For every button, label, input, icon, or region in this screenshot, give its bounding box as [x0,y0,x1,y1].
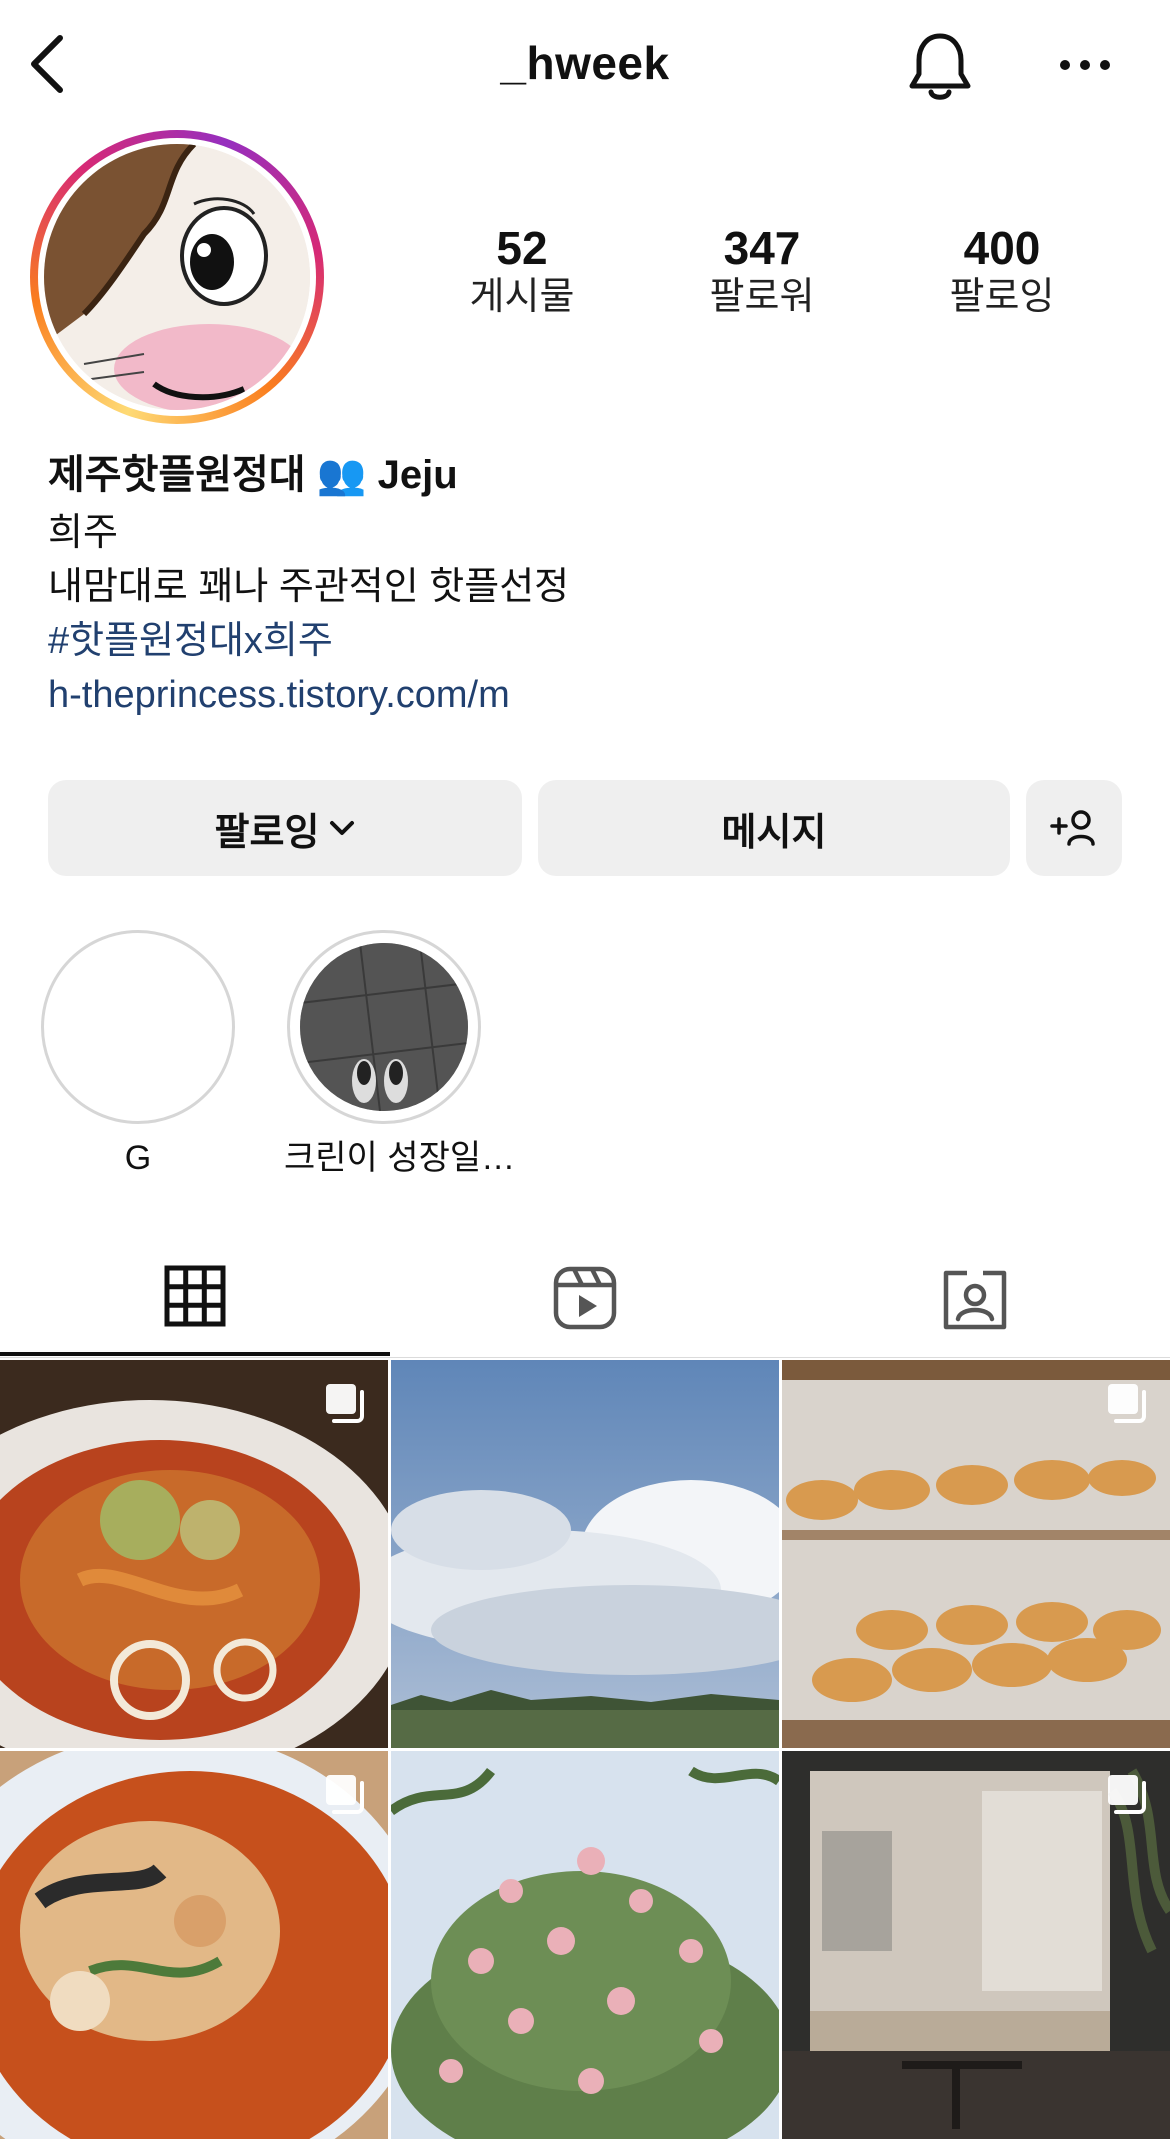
add-person-icon [1050,810,1095,846]
following-count: 400 [963,222,1041,274]
multiple-photos-icon [326,1775,364,1814]
tab-posts-grid[interactable] [0,1240,390,1356]
profile-username: _hweek [500,37,670,89]
chevron-down-icon [330,821,355,835]
more-options-icon[interactable] [1055,50,1115,80]
bio-website-link[interactable]: h-theprincess.tistory.com/m [48,668,1128,722]
following-button[interactable]: 팔로잉 [48,780,522,876]
profile-tabs [0,1240,1170,1356]
stat-followers[interactable]: 347 팔로워 [662,222,862,320]
avatar-image [44,144,310,410]
suggested-users-button[interactable] [1026,780,1122,876]
multiple-photos-icon [1108,1775,1146,1814]
highlight-g[interactable]: G [38,930,238,1180]
post-tile[interactable] [391,1751,779,2139]
profile-bio: 제주핫플원정대 👥 Jeju 희주 내맘대로 꽤나 주관적인 핫플선정 #핫플원… [48,448,1128,722]
post-tile[interactable] [0,1751,388,2139]
multiple-photos-icon [1108,1384,1146,1423]
posts-count: 52 [496,222,548,274]
grid-icon [164,1265,226,1327]
following-button-label: 팔로잉 [214,811,320,854]
display-name: 제주핫플원정대 👥 Jeju [48,453,458,497]
post-tile[interactable] [391,1360,779,1748]
post-tile[interactable] [782,1751,1170,2139]
highlight-label: 크린이 성장일… [284,1139,516,1177]
posts-label: 게시물 [469,276,575,318]
highlight-label: G [124,1139,152,1177]
followers-count: 347 [723,222,801,274]
multiple-photos-icon [326,1384,364,1423]
tagged-icon [943,1270,1007,1330]
message-button-label: 메시지 [721,811,827,854]
post-tile[interactable] [0,1360,388,1748]
bell-icon[interactable] [905,28,975,104]
reels-icon [553,1266,617,1330]
stat-posts[interactable]: 52 게시물 [422,222,622,320]
highlight-cover [287,930,481,1124]
tab-tagged[interactable] [780,1240,1170,1356]
profile-avatar[interactable] [30,130,324,424]
tab-reels[interactable] [390,1240,780,1356]
message-button[interactable]: 메시지 [538,780,1010,876]
highlight-growth-diary[interactable]: 크린이 성장일… [284,930,516,1180]
post-tile[interactable] [782,1360,1170,1748]
highlight-cover [41,930,235,1124]
stat-following[interactable]: 400 팔로잉 [902,222,1102,320]
tab-divider [0,1357,1170,1358]
bio-line-1: 희주 [48,512,118,554]
followers-label: 팔로워 [709,276,815,318]
following-label: 팔로잉 [949,276,1055,318]
top-bar: _hweek [0,0,1170,130]
bio-line-2: 내맘대로 꽤나 주관적인 핫플선정 [48,566,570,608]
bio-hashtag-link[interactable]: #핫플원정대x희주 [48,614,1128,668]
